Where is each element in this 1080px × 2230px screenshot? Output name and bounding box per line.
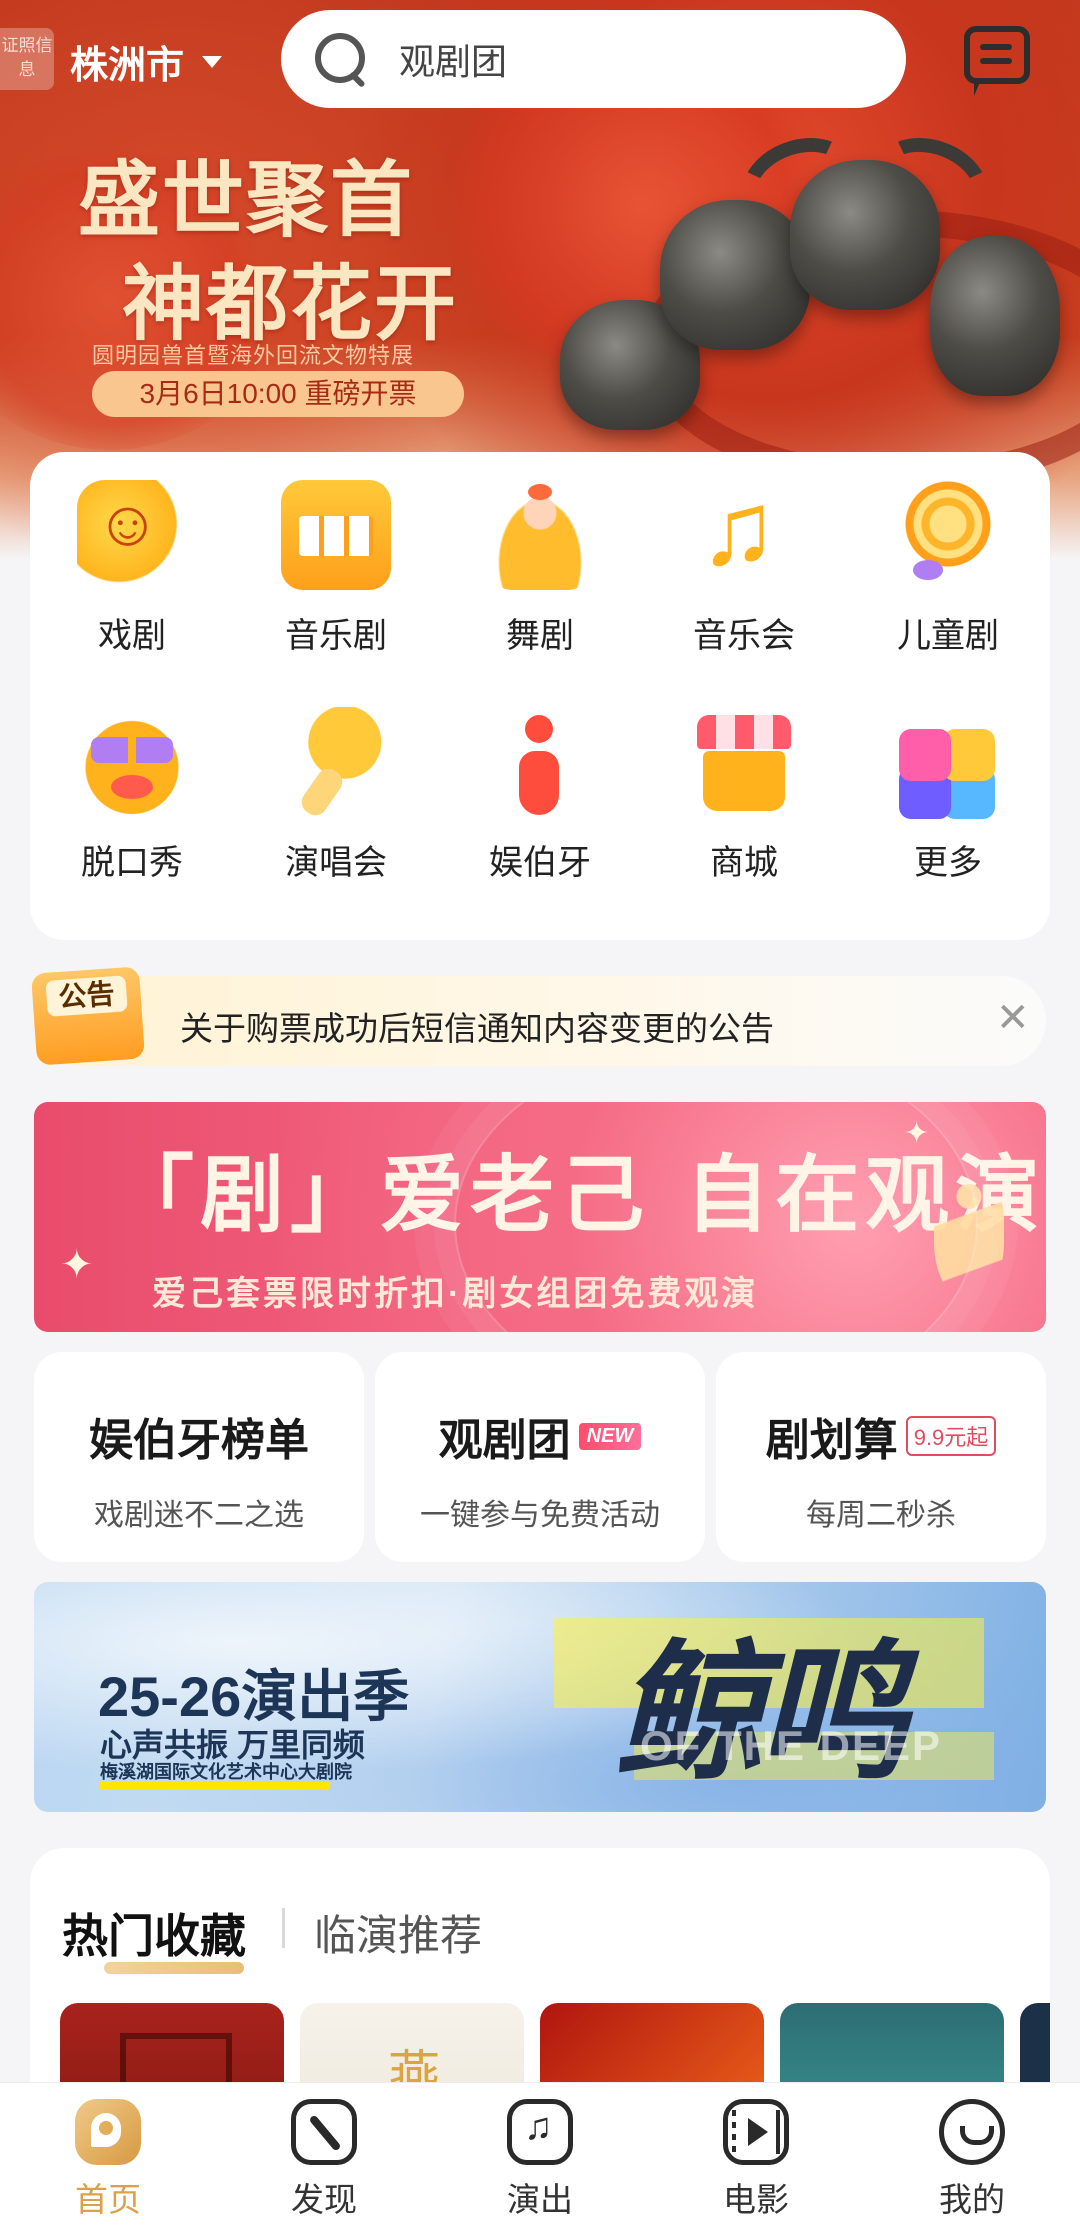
city-selector[interactable]: 株洲市 bbox=[70, 34, 223, 89]
hero-title: 盛世聚首 神都花开 bbox=[78, 148, 508, 356]
category-talk-show[interactable]: 脱口秀 bbox=[30, 707, 234, 884]
dancer-icon bbox=[485, 480, 595, 590]
lollipop-icon bbox=[893, 480, 1003, 590]
message-icon[interactable] bbox=[964, 26, 1030, 96]
search-icon bbox=[311, 29, 371, 89]
home-icon bbox=[75, 2099, 141, 2165]
season-venue: 梅溪湖国际文化艺术中心大剧院 bbox=[100, 1762, 352, 1782]
category-card: 戏剧 音乐剧 舞剧 音乐会 儿童剧 脱口秀 演唱会 娱伯牙 bbox=[30, 452, 1050, 940]
sparkle-icon: ✦ bbox=[904, 1117, 930, 1150]
notice-bar[interactable]: 公告 关于购票成功后短信通知内容变更的公告 ✕ bbox=[30, 966, 1046, 1066]
puzzle-icon bbox=[893, 707, 1003, 817]
brand-figure-icon bbox=[485, 707, 595, 817]
tab-label: 首页 bbox=[75, 2181, 141, 2218]
tab-label: 发现 bbox=[291, 2181, 357, 2218]
drama-mask-icon bbox=[77, 480, 187, 590]
monkey-head-image bbox=[930, 236, 1060, 396]
category-drama[interactable]: 戏剧 bbox=[30, 480, 234, 657]
notice-tag-label: 公告 bbox=[45, 975, 128, 1017]
category-more[interactable]: 更多 bbox=[846, 707, 1050, 884]
feature-ranking[interactable]: 娱伯牙榜单 戏剧迷不二之选 bbox=[34, 1352, 364, 1562]
tab-divider bbox=[282, 1908, 285, 1948]
tab-label: 演出 bbox=[507, 2181, 573, 2218]
smile-icon bbox=[939, 2099, 1005, 2165]
category-label: 戏剧 bbox=[98, 617, 166, 655]
category-label: 脱口秀 bbox=[81, 844, 183, 882]
feature-title: 观剧团 bbox=[438, 1416, 571, 1465]
category-grid: 戏剧 音乐剧 舞剧 音乐会 儿童剧 脱口秀 演唱会 娱伯牙 bbox=[30, 470, 1050, 884]
promo-subtitle: 爱己套票限时折扣·剧女组团免费观演 bbox=[152, 1275, 759, 1313]
search-placeholder: 观剧团 bbox=[399, 41, 508, 82]
dancer-silhouette-image bbox=[934, 1182, 1004, 1302]
price-badge: 9.9元起 bbox=[905, 1416, 997, 1456]
hero-title-line1: 盛世聚首 bbox=[78, 152, 415, 248]
category-concert[interactable]: 音乐会 bbox=[642, 470, 846, 657]
caret-down-icon bbox=[202, 55, 223, 68]
compass-icon bbox=[291, 2099, 357, 2165]
tab-label: 电影 bbox=[723, 2181, 789, 2218]
category-musical[interactable]: 音乐剧 bbox=[234, 480, 438, 657]
category-dance-drama[interactable]: 舞剧 bbox=[438, 480, 642, 657]
feature-title: 娱伯牙榜单 bbox=[89, 1416, 309, 1465]
season-show-subtitle: OF THE DEEP bbox=[640, 1722, 943, 1769]
tab-shows[interactable]: 演出 bbox=[470, 2099, 610, 2221]
promo-title: 「剧」爱老己 自在观演 bbox=[110, 1145, 1046, 1244]
feature-theater-group[interactable]: 观剧团 NEW 一键参与免费活动 bbox=[375, 1352, 705, 1562]
tab-home[interactable]: 首页 bbox=[38, 2099, 178, 2221]
notice-tag: 公告 bbox=[30, 966, 146, 1066]
feature-subtitle: 每周二秒杀 bbox=[806, 1499, 956, 1532]
piano-icon bbox=[281, 480, 391, 590]
hero-sale-pill: 3月6日10:00 重磅开票 bbox=[92, 371, 464, 417]
feature-subtitle: 一键参与免费活动 bbox=[420, 1499, 660, 1532]
category-label: 音乐剧 bbox=[285, 617, 387, 655]
category-label: 商城 bbox=[710, 844, 778, 882]
category-label: 音乐会 bbox=[693, 617, 795, 655]
notice-text[interactable]: 关于购票成功后短信通知内容变更的公告 bbox=[180, 1002, 774, 1050]
bottom-tab-bar: 首页 发现 演出 电影 我的 bbox=[0, 2082, 1080, 2230]
tab-hot-favorites[interactable]: 热门收藏 bbox=[62, 1900, 246, 1966]
active-tab-underline bbox=[104, 1962, 244, 1974]
feature-subtitle: 戏剧迷不二之选 bbox=[94, 1499, 304, 1532]
category-label: 娱伯牙 bbox=[489, 844, 591, 882]
season-show-title: 鲸鸣 bbox=[614, 1625, 908, 1801]
sparkle-icon: ✦ bbox=[60, 1243, 94, 1287]
microphone-icon bbox=[281, 707, 391, 817]
sunglasses-face-icon bbox=[77, 707, 187, 817]
search-bar[interactable]: 观剧团 bbox=[281, 10, 906, 108]
category-brand[interactable]: 娱伯牙 bbox=[438, 707, 642, 884]
music-note-icon bbox=[689, 470, 799, 590]
music-icon bbox=[507, 2099, 573, 2165]
category-vocal-concert[interactable]: 演唱会 bbox=[234, 707, 438, 884]
category-label: 舞剧 bbox=[506, 617, 574, 655]
feature-deals[interactable]: 剧划算 9.9元起 每周二秒杀 bbox=[716, 1352, 1046, 1562]
yellow-underline bbox=[100, 1782, 330, 1790]
tab-movies[interactable]: 电影 bbox=[686, 2099, 826, 2221]
film-icon bbox=[723, 2099, 789, 2165]
license-chip[interactable]: 证照信息 bbox=[0, 28, 54, 90]
tab-label: 我的 bbox=[939, 2181, 1005, 2218]
new-badge: NEW bbox=[578, 1422, 642, 1450]
tab-me[interactable]: 我的 bbox=[902, 2099, 1042, 2221]
category-label: 演唱会 bbox=[285, 844, 387, 882]
category-label: 更多 bbox=[914, 844, 982, 882]
category-shop[interactable]: 商城 bbox=[642, 707, 846, 884]
promo-banner[interactable]: 「剧」爱老己 自在观演 爱己套票限时折扣·剧女组团免费观演 ✦ ✦ bbox=[34, 1102, 1046, 1332]
shop-icon bbox=[689, 707, 799, 817]
city-name: 株洲市 bbox=[70, 45, 185, 87]
tab-recommend[interactable]: 临演推荐 bbox=[314, 1902, 482, 1963]
top-header: 证照信息 株洲市 观剧团 bbox=[0, 0, 1080, 120]
category-kids[interactable]: 儿童剧 bbox=[846, 480, 1050, 657]
season-banner[interactable]: 25-26演出季 心声共振 万里同频 梅溪湖国际文化艺术中心大剧院 鲸鸣 OF … bbox=[34, 1582, 1046, 1812]
close-icon[interactable]: ✕ bbox=[996, 998, 1030, 1038]
tab-discover[interactable]: 发现 bbox=[254, 2099, 394, 2221]
hero-subtitle: 圆明园兽首暨海外回流文物特展 bbox=[92, 343, 415, 368]
feature-title: 剧划算 bbox=[765, 1416, 898, 1465]
category-label: 儿童剧 bbox=[897, 617, 999, 655]
